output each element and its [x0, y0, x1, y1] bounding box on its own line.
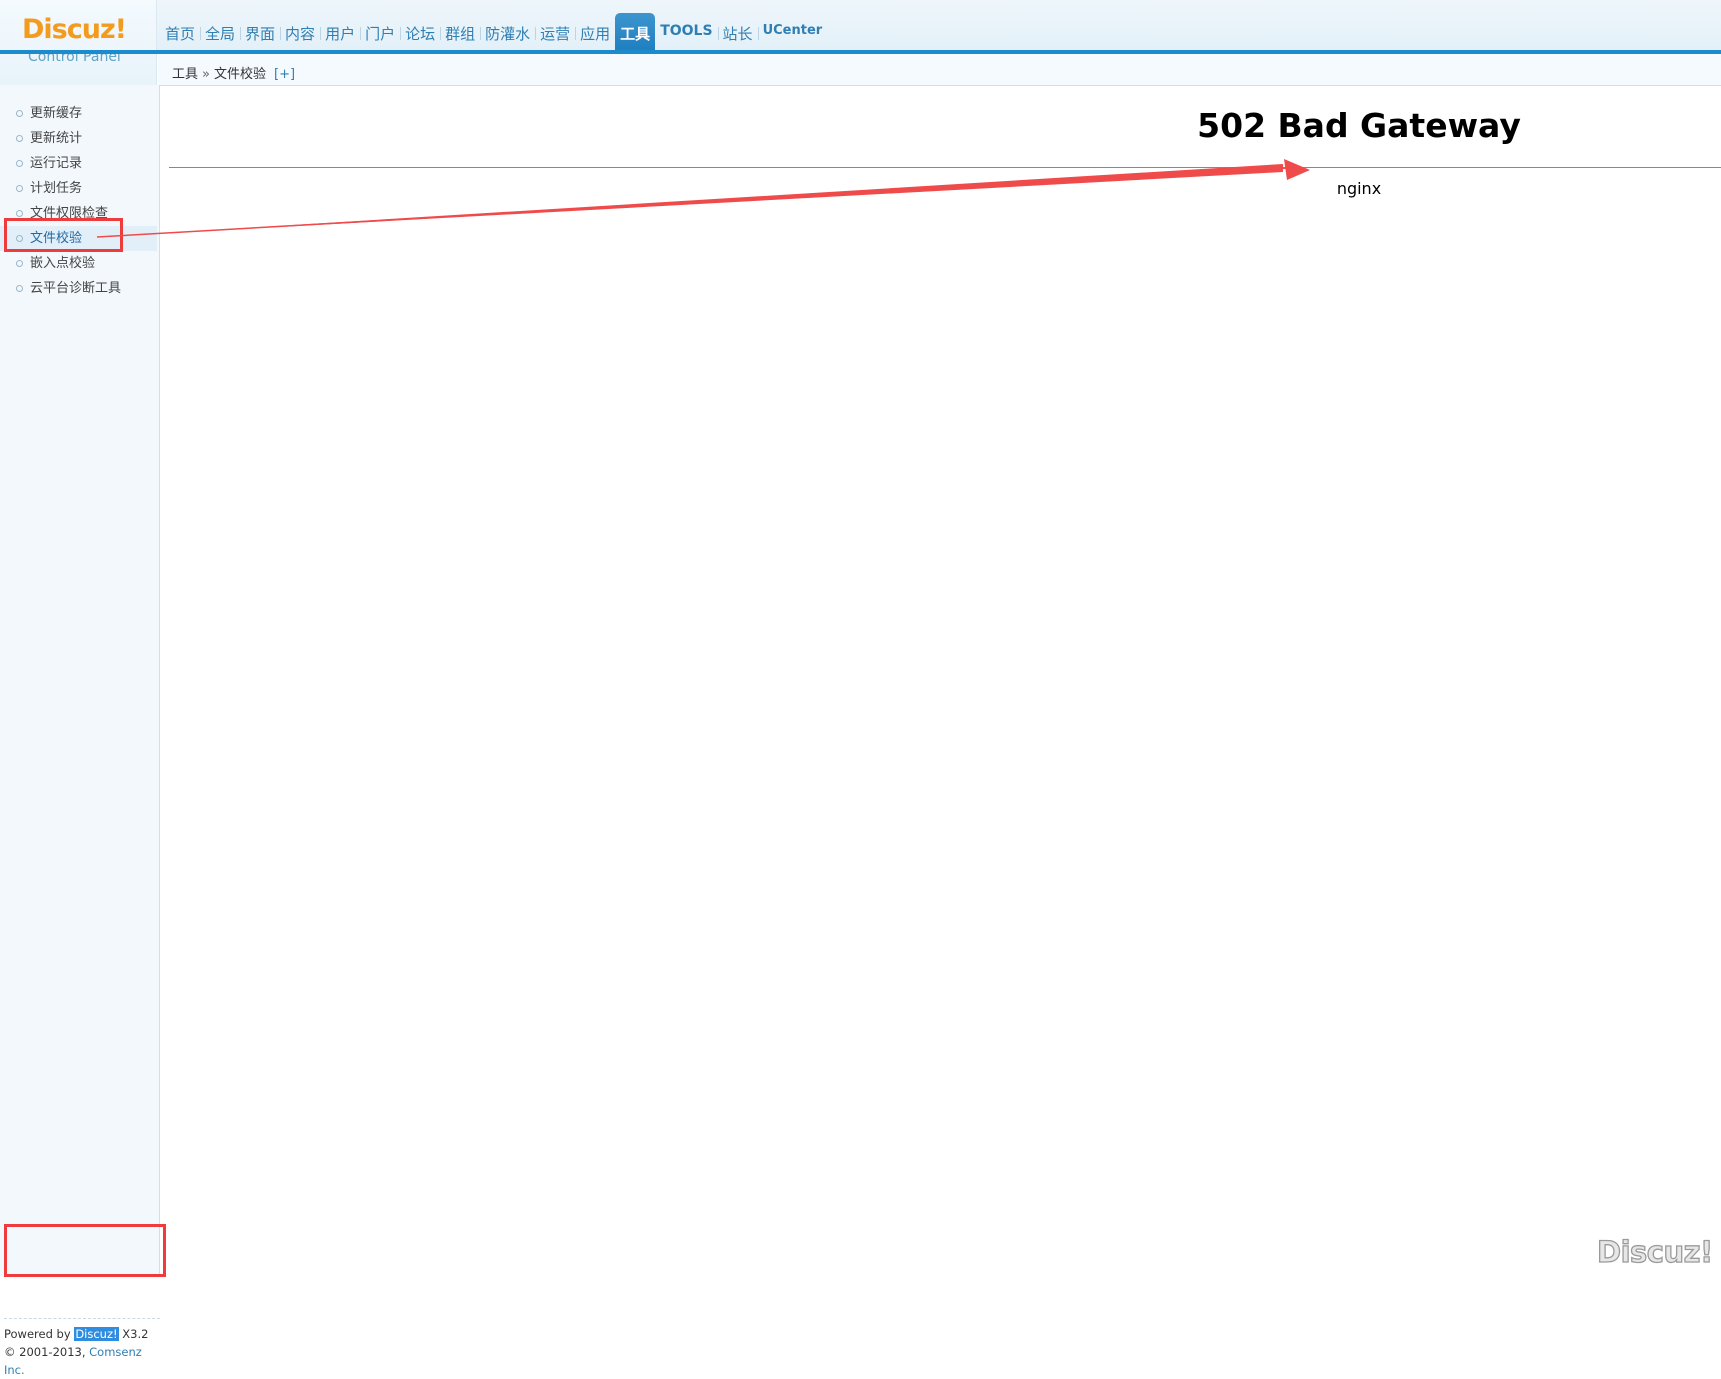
breadcrumb-section[interactable]: 工具: [172, 67, 198, 82]
breadcrumb-bar: 工具 » 文件校验 [+]: [158, 54, 1721, 86]
main-nav: 首页 全局 界面 内容 用户 门户 论坛 群组 防灌水 运营 应用 工具 TOO…: [160, 13, 827, 50]
sidebar-item-hook-verify[interactable]: 嵌入点校验: [0, 251, 157, 276]
sidebar-item-label: 计划任务: [30, 181, 83, 196]
logo-wordmark: Discuz!: [22, 14, 127, 45]
powered-by-text: Powered by: [4, 1327, 71, 1341]
sidebar-item-scheduled-tasks[interactable]: 计划任务: [0, 176, 157, 201]
sidebar-item-label: 更新缓存: [30, 106, 83, 121]
breadcrumb-separator: »: [202, 67, 210, 82]
nav-antispam[interactable]: 防灌水: [480, 13, 535, 50]
sidebar-item-label: 嵌入点校验: [30, 256, 96, 271]
version-text: X3.2: [122, 1327, 149, 1341]
sidebar-item-label: 云平台诊断工具: [30, 281, 122, 296]
breadcrumb-page: 文件校验: [213, 67, 266, 82]
bullet-icon: [16, 160, 23, 167]
bullet-icon: [16, 285, 23, 292]
nav-ucenter[interactable]: UCenter: [757, 13, 828, 50]
nav-tools-plugin[interactable]: TOOLS: [655, 13, 717, 50]
bullet-icon: [16, 185, 23, 192]
annotation-box-menu-item: [4, 218, 123, 252]
watermark-logo: Discuz!: [1596, 1234, 1714, 1269]
error-server-name: nginx: [1336, 179, 1382, 198]
sidebar-item-cloud-diagnostics[interactable]: 云平台诊断工具: [0, 276, 157, 301]
nav-global[interactable]: 全局: [200, 13, 240, 50]
sidebar-footer: Powered by Discuz! X3.2 © 2001-2013, Com…: [4, 1318, 160, 1379]
nav-content[interactable]: 内容: [280, 13, 320, 50]
top-header: Discuz! Control Panel 首页 全局 界面 内容 用户 门户 …: [0, 0, 1721, 85]
bullet-icon: [16, 260, 23, 267]
sidebar: 更新缓存 更新统计 运行记录 计划任务 文件权限检查 文件校验 嵌入点校验 云平…: [0, 85, 160, 1377]
sidebar-item-update-cache[interactable]: 更新缓存: [0, 101, 157, 126]
copyright-line: © 2001-2013, Comsenz Inc.: [4, 1343, 160, 1379]
nav-tools[interactable]: 工具: [615, 13, 656, 50]
logo[interactable]: Discuz! Control Panel: [0, 0, 157, 85]
main-content: 502 Bad Gateway nginx: [160, 86, 1721, 1277]
bullet-icon: [16, 210, 23, 217]
nav-apps[interactable]: 应用: [575, 13, 615, 50]
add-shortcut-button[interactable]: [+]: [274, 67, 295, 82]
bullet-icon: [16, 110, 23, 117]
nav-users[interactable]: 用户: [320, 13, 360, 50]
sidebar-item-label: 更新统计: [30, 131, 83, 146]
powered-by-line: Powered by Discuz! X3.2: [4, 1325, 160, 1343]
breadcrumb: 工具 » 文件校验 [+]: [172, 63, 295, 82]
sidebar-item-update-stats[interactable]: 更新统计: [0, 126, 157, 151]
nav-portal[interactable]: 门户: [360, 13, 400, 50]
nav-forum[interactable]: 论坛: [400, 13, 440, 50]
nav-groups[interactable]: 群组: [440, 13, 480, 50]
annotation-box-footer: [4, 1224, 166, 1277]
copyright-text: © 2001-2013,: [4, 1345, 86, 1359]
brand-link[interactable]: Discuz!: [74, 1327, 119, 1341]
error-title: 502 Bad Gateway: [1197, 106, 1521, 145]
nav-webmaster[interactable]: 站长: [717, 13, 758, 50]
nav-operations[interactable]: 运营: [535, 13, 575, 50]
sidebar-item-label: 运行记录: [30, 156, 83, 171]
nav-home[interactable]: 首页: [160, 13, 200, 50]
sidebar-item-run-log[interactable]: 运行记录: [0, 151, 157, 176]
sidebar-menu: 更新缓存 更新统计 运行记录 计划任务 文件权限检查 文件校验 嵌入点校验 云平…: [0, 101, 157, 301]
error-divider: [169, 167, 1721, 168]
bullet-icon: [16, 135, 23, 142]
nav-interface[interactable]: 界面: [240, 13, 280, 50]
